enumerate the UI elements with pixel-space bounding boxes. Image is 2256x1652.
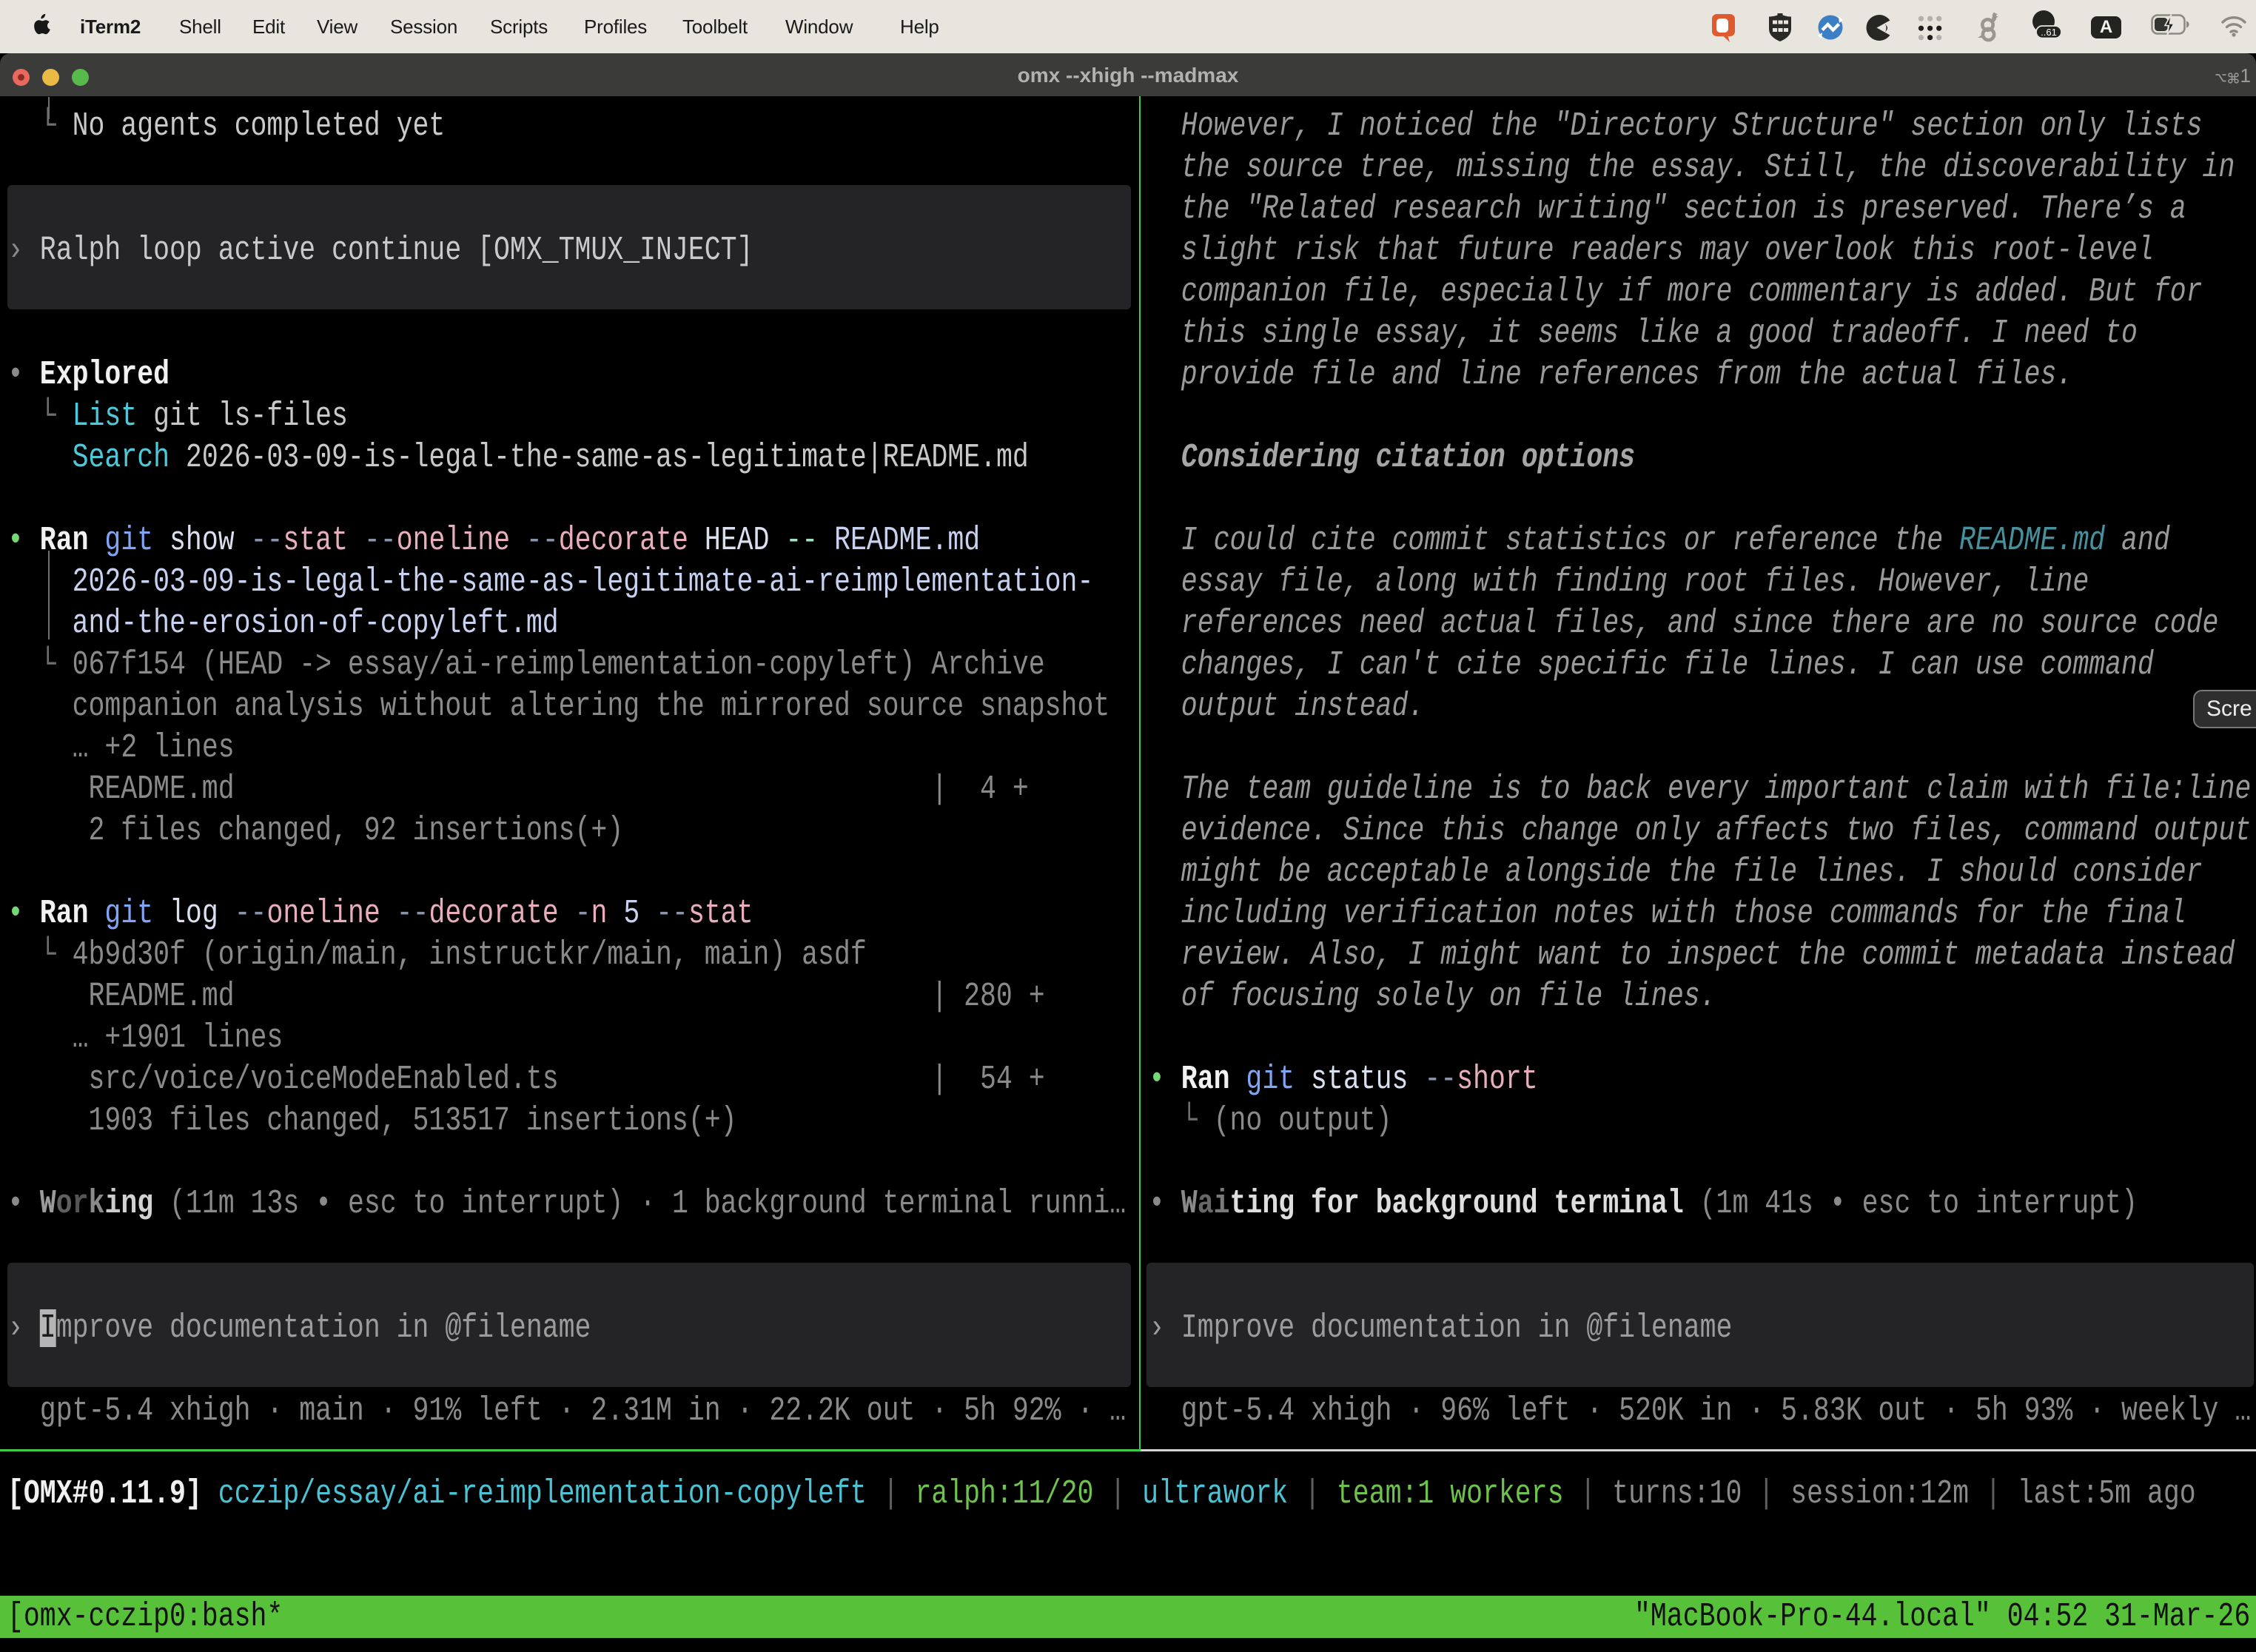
svg-text:..61: ..61: [2041, 27, 2057, 38]
